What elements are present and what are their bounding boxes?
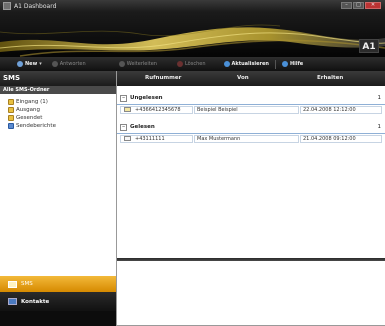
forward-button-label: Weiterleiten bbox=[126, 61, 157, 67]
column-header-received[interactable]: Erhalten bbox=[317, 75, 343, 81]
column-header-number[interactable]: Rufnummer bbox=[145, 75, 181, 81]
cell-from: Max Mustermann bbox=[197, 136, 241, 142]
folder-label: Eingang (1) bbox=[16, 99, 48, 105]
module-nav: SMS Kontakte bbox=[0, 276, 116, 326]
minimize-button[interactable]: – bbox=[341, 2, 352, 9]
cell-received: 22.04.2008 12:12:00 bbox=[303, 107, 356, 113]
group-unread[interactable]: − Ungelesen 1 bbox=[117, 92, 385, 105]
nav-sms[interactable]: SMS bbox=[0, 276, 116, 292]
toolbar: New ▾ Antworten Weiterleiten Löschen Akt… bbox=[0, 57, 385, 71]
new-button[interactable]: New ▾ bbox=[17, 61, 42, 67]
cell-received: 21.04.2008 09:12:00 bbox=[303, 136, 356, 142]
contacts-icon bbox=[8, 298, 17, 305]
header-banner: A1 bbox=[0, 12, 385, 57]
banner-wave-graphic bbox=[0, 24, 385, 57]
group-label: Ungelesen bbox=[130, 95, 163, 101]
folder-panel: SMS Alle SMS-Ordner Eingang (1) Ausgang … bbox=[0, 71, 117, 326]
message-panel: Rufnummer Von Erhalten − Ungelesen 1 +43… bbox=[117, 71, 385, 326]
help-icon bbox=[281, 61, 288, 67]
maximize-button[interactable]: □ bbox=[353, 2, 364, 9]
a1-logo: A1 bbox=[359, 39, 379, 53]
group-count: 1 bbox=[377, 124, 382, 130]
folder-label: Gesendet bbox=[16, 115, 43, 121]
refresh-button-label: Aktualisieren bbox=[231, 61, 269, 67]
group-label: Gelesen bbox=[130, 124, 155, 130]
forward-icon bbox=[118, 61, 125, 67]
toolbar-separator bbox=[274, 59, 276, 69]
cell-from: Beispiel Beispiel bbox=[197, 107, 238, 113]
nav-contacts[interactable]: Kontakte bbox=[0, 292, 116, 311]
column-header-from[interactable]: Von bbox=[237, 75, 249, 81]
panel-title: SMS bbox=[0, 71, 116, 86]
reply-button-label: Antworten bbox=[59, 61, 86, 67]
table-row[interactable]: +43111111 Max Mustermann 21.04.2008 09:1… bbox=[117, 134, 385, 144]
delete-button-label: Löschen bbox=[184, 61, 206, 67]
window-titlebar: A1 Dashboard – □ ✕ bbox=[0, 0, 385, 12]
refresh-icon bbox=[223, 61, 230, 67]
new-icon bbox=[17, 61, 23, 67]
folder-tree: Eingang (1) Ausgang Gesendet Sendeberich… bbox=[0, 94, 116, 130]
reply-icon bbox=[51, 61, 58, 67]
nav-footer bbox=[0, 311, 116, 326]
new-button-label: New bbox=[25, 61, 38, 67]
folder-item-reports[interactable]: Sendeberichte bbox=[8, 122, 116, 130]
folder-item-inbox[interactable]: Eingang (1) bbox=[8, 98, 116, 106]
reports-icon bbox=[8, 123, 14, 129]
chevron-down-icon: ▾ bbox=[39, 61, 42, 67]
group-read[interactable]: − Gelesen 1 bbox=[117, 121, 385, 134]
folder-item-sent[interactable]: Gesendet bbox=[8, 114, 116, 122]
message-preview-pane bbox=[117, 261, 385, 326]
window-title: A1 Dashboard bbox=[14, 2, 57, 10]
app-icon bbox=[3, 2, 11, 10]
delete-icon bbox=[176, 61, 183, 67]
outbox-icon bbox=[8, 107, 14, 113]
inbox-icon bbox=[8, 99, 14, 105]
table-header: Rufnummer Von Erhalten bbox=[117, 71, 385, 86]
forward-button[interactable]: Weiterleiten bbox=[118, 61, 157, 67]
delete-button[interactable]: Löschen bbox=[176, 61, 206, 67]
group-count: 1 bbox=[377, 95, 382, 101]
help-button-label: Hilfe bbox=[289, 61, 304, 67]
sent-icon bbox=[8, 115, 14, 121]
cell-number: +4366412345678 bbox=[135, 107, 181, 113]
refresh-button[interactable]: Aktualisieren bbox=[223, 61, 269, 67]
nav-sms-label: SMS bbox=[21, 281, 33, 287]
all-folders-header[interactable]: Alle SMS-Ordner bbox=[0, 86, 116, 94]
table-row[interactable]: +4366412345678 Beispiel Beispiel 22.04.2… bbox=[117, 105, 385, 115]
reply-button[interactable]: Antworten bbox=[51, 61, 86, 67]
window-controls: – □ ✕ bbox=[341, 2, 381, 9]
folder-item-outbox[interactable]: Ausgang bbox=[8, 106, 116, 114]
folder-label: Sendeberichte bbox=[16, 123, 56, 129]
cell-number: +43111111 bbox=[135, 136, 165, 142]
collapse-icon[interactable]: − bbox=[120, 123, 127, 131]
nav-contacts-label: Kontakte bbox=[21, 298, 50, 305]
close-button[interactable]: ✕ bbox=[365, 2, 381, 9]
sms-icon bbox=[8, 280, 17, 288]
collapse-icon[interactable]: − bbox=[120, 94, 127, 102]
folder-label: Ausgang bbox=[16, 107, 40, 113]
help-button[interactable]: Hilfe bbox=[281, 61, 304, 67]
